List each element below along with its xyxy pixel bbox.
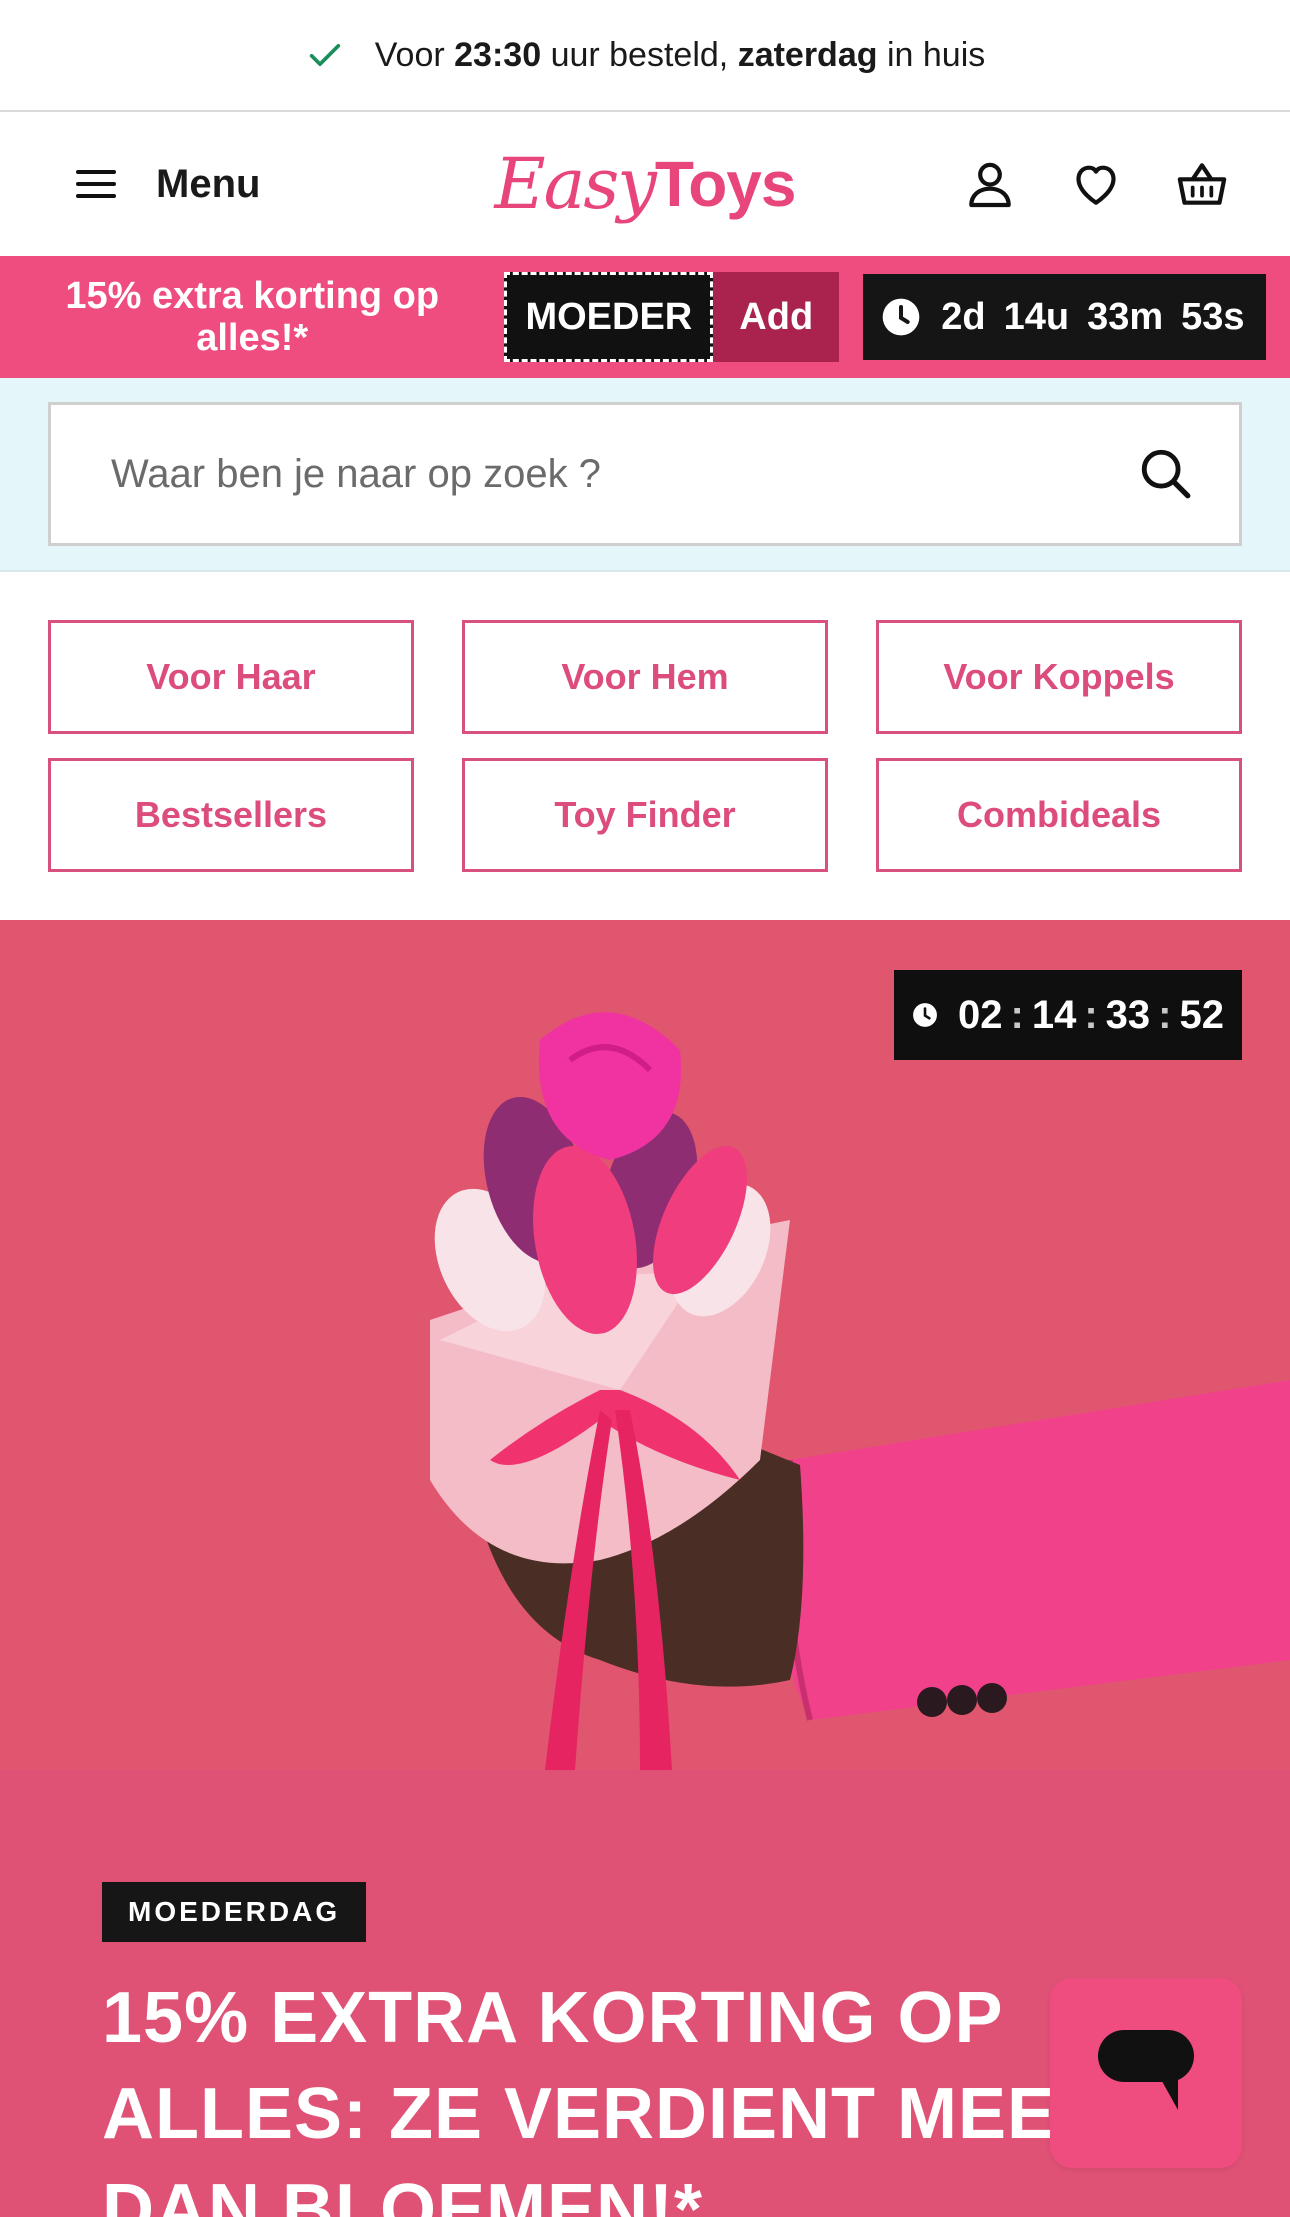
timer-separator: : xyxy=(1010,992,1024,1037)
search-box xyxy=(48,402,1242,546)
banner-badge: MOEDERDAG xyxy=(102,1882,367,1942)
logo[interactable]: Easy Toys xyxy=(494,143,797,225)
hamburger-icon xyxy=(76,170,116,198)
countdown-hours: 14u xyxy=(1003,295,1070,338)
category-voor-hem[interactable]: Voor Hem xyxy=(462,620,828,734)
hero-timer-ff: 52 xyxy=(1179,992,1225,1037)
menu-label: Menu xyxy=(156,161,261,206)
delivery-bar: Voor 23:30 uur besteld, zaterdag in huis xyxy=(0,0,1290,112)
category-voor-koppels[interactable]: Voor Koppels xyxy=(876,620,1242,734)
basket-icon[interactable] xyxy=(1174,156,1230,212)
category-voor-haar[interactable]: Voor Haar xyxy=(48,620,414,734)
search-icon[interactable] xyxy=(1137,445,1195,503)
countdown-minutes: 33m xyxy=(1087,295,1164,338)
timer-separator: : xyxy=(1158,992,1172,1037)
promo-countdown: 2d 14u 33m 53s xyxy=(863,274,1266,360)
account-icon[interactable] xyxy=(962,156,1018,212)
logo-easy: Easy xyxy=(494,143,657,225)
site-header: Menu Easy Toys xyxy=(0,112,1290,256)
add-code-button[interactable]: Add xyxy=(713,272,840,362)
promo-text: 15% extra korting op alles!* xyxy=(65,275,440,359)
hero-timer-ss: 33 xyxy=(1105,992,1151,1037)
hero-timer-mm: 14 xyxy=(1031,992,1077,1037)
heart-icon[interactable] xyxy=(1068,156,1124,212)
check-icon xyxy=(309,44,340,66)
chat-button[interactable] xyxy=(1050,1978,1242,2168)
chat-bubble-icon xyxy=(1098,2030,1194,2110)
category-grid: Voor Haar Voor Hem Voor Koppels Bestsell… xyxy=(0,572,1290,920)
countdown-days: 2d xyxy=(941,295,986,338)
header-icons xyxy=(912,156,1230,212)
logo-toys: Toys xyxy=(654,148,797,220)
hero-image[interactable]: 02 : 14 : 33 : 52 xyxy=(0,920,1290,1770)
clock-icon xyxy=(913,1003,937,1027)
promo-code[interactable]: MOEDER xyxy=(504,272,714,362)
delivery-text: Voor 23:30 uur besteld, zaterdag in huis xyxy=(374,35,986,74)
category-bestsellers[interactable]: Bestsellers xyxy=(48,758,414,872)
search-input[interactable] xyxy=(111,451,1137,497)
promo-code-group: MOEDER Add xyxy=(504,272,840,362)
clock-icon xyxy=(882,298,920,336)
category-combideals[interactable]: Combideals xyxy=(876,758,1242,872)
promo-bar: 15% extra korting op alles!* MOEDER Add … xyxy=(0,256,1290,378)
hero-timer: 02 : 14 : 33 : 52 xyxy=(894,970,1242,1060)
hero-timer-hh: 02 xyxy=(958,992,1003,1037)
countdown-seconds: 53s xyxy=(1181,295,1245,338)
category-toy-finder[interactable]: Toy Finder xyxy=(462,758,828,872)
search-area xyxy=(0,378,1290,572)
timer-separator: : xyxy=(1084,992,1098,1037)
menu-button[interactable]: Menu xyxy=(72,160,260,208)
